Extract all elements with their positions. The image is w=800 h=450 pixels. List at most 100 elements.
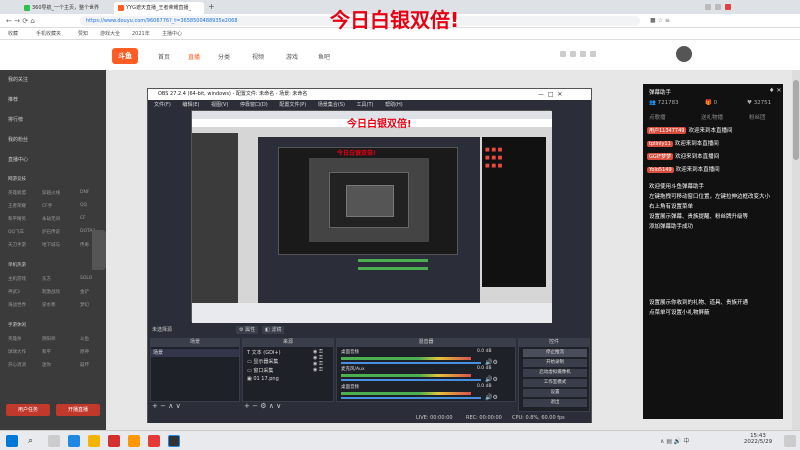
- user-task-button[interactable]: 用户任务: [6, 404, 50, 416]
- category-link[interactable]: 迷你: [42, 362, 51, 368]
- category-link[interactable]: 逆水寒: [42, 302, 56, 308]
- scene-item[interactable]: 场景: [151, 349, 239, 357]
- bookmark-item[interactable]: 游戏大全: [100, 28, 120, 40]
- tab-360[interactable]: 360导航_一个主页，整个世界: [20, 2, 112, 14]
- category-link[interactable]: 梦幻: [80, 302, 89, 308]
- eye-icon[interactable]: ◉ ⚿: [313, 367, 323, 373]
- nav-item[interactable]: 视频: [252, 52, 264, 61]
- category-link[interactable]: 海战世界: [8, 302, 26, 308]
- douyu-app-icon[interactable]: [128, 435, 140, 447]
- app-icon[interactable]: [148, 435, 160, 447]
- category-link[interactable]: 斗鱼: [80, 336, 89, 342]
- category-link[interactable]: 阴阳师: [42, 336, 56, 342]
- sidebar-collapse-handle[interactable]: [92, 230, 106, 270]
- ime-icon[interactable]: 中: [683, 438, 689, 445]
- file-explorer-icon[interactable]: [88, 435, 100, 447]
- category-link[interactable]: 原神: [80, 349, 89, 355]
- start-stream-button[interactable]: 开播直播: [56, 404, 100, 416]
- pin-icon[interactable]: ♦: [769, 87, 774, 94]
- danmaku-tab[interactable]: 点歌播: [649, 113, 666, 121]
- danmaku-tab[interactable]: 送礼物播: [701, 113, 723, 121]
- forward-icon[interactable]: →: [14, 17, 20, 25]
- network-icon[interactable]: ▤: [666, 438, 672, 445]
- speaker-icon[interactable]: 🔊⚙: [485, 359, 498, 366]
- gear-icon[interactable]: ⚙: [260, 402, 266, 410]
- scrollbar-thumb[interactable]: [793, 80, 799, 160]
- obs-icon[interactable]: [168, 435, 180, 447]
- download-icon[interactable]: [589, 50, 596, 57]
- close-icon[interactable]: ✕: [776, 87, 781, 94]
- close-icon[interactable]: ✕: [557, 91, 562, 98]
- page-scrollbar[interactable]: [792, 70, 800, 430]
- virtual-camera-button[interactable]: 启动虚拟摄像机: [523, 369, 587, 377]
- settings-button[interactable]: 设置: [523, 389, 587, 397]
- menu-docks[interactable]: 停靠窗口(D): [240, 102, 268, 108]
- category-link[interactable]: 刺激战场: [42, 289, 60, 295]
- filters-button[interactable]: ◧ 滤镜: [262, 326, 285, 334]
- speaker-icon[interactable]: 🔊⚙: [485, 376, 498, 383]
- properties-button[interactable]: ⚙ 属性: [236, 326, 259, 334]
- up-arrow-icon[interactable]: ∧: [660, 438, 664, 445]
- sidebar-item-following[interactable]: 我的关注: [8, 76, 28, 83]
- up-icon[interactable]: ∧: [168, 402, 173, 410]
- nav-item[interactable]: 鱼吧: [318, 52, 330, 61]
- sidebar-item-recommend[interactable]: 推荐: [8, 96, 18, 103]
- studio-mode-button[interactable]: 工作室模式: [523, 379, 587, 387]
- category-link[interactable]: CF: [80, 216, 86, 221]
- menu-edit[interactable]: 编辑(E): [182, 102, 199, 108]
- maximize-icon[interactable]: [714, 3, 721, 10]
- nav-item[interactable]: 首页: [158, 52, 170, 61]
- obs-preview[interactable]: 今日白银双倍! 今日白银双倍! ■ ■ ■ ■ ■ ■ ■ ■ ■: [191, 110, 552, 323]
- close-icon[interactable]: [724, 3, 731, 10]
- category-link[interactable]: 东方: [42, 276, 51, 282]
- menu-icon[interactable]: ≡: [665, 17, 670, 24]
- category-link[interactable]: 开心消消: [8, 362, 26, 368]
- category-link[interactable]: QQ飞车: [8, 229, 24, 235]
- category-link[interactable]: QQ: [80, 203, 87, 208]
- menu-file[interactable]: 文件(F): [154, 102, 171, 108]
- category-link[interactable]: 传奇: [80, 242, 89, 248]
- category-link[interactable]: 英雄杀: [8, 336, 22, 342]
- nav-item[interactable]: 游戏: [286, 52, 298, 61]
- category-link[interactable]: 和平: [42, 349, 51, 355]
- source-item[interactable]: T 文本 (GDI+): [247, 349, 281, 356]
- category-link[interactable]: 和平精英: [8, 216, 26, 222]
- category-link[interactable]: 崩坏: [80, 362, 89, 368]
- bookmark-item[interactable]: 主播中心: [162, 28, 182, 40]
- category-link[interactable]: DNF: [80, 190, 89, 195]
- search-icon[interactable]: ⌕: [28, 435, 40, 447]
- menu-help[interactable]: 帮助(H): [385, 102, 403, 108]
- sidebar-item-fans[interactable]: 我的粉丝: [8, 136, 28, 143]
- danmaku-tab[interactable]: 粉丝团: [749, 113, 766, 121]
- category-link[interactable]: 英雄联盟: [8, 190, 26, 196]
- refresh-icon[interactable]: ⟳: [22, 17, 28, 25]
- down-icon[interactable]: ∨: [176, 402, 181, 410]
- source-item[interactable]: ▣ 01 17.png: [247, 376, 279, 382]
- start-recording-button[interactable]: 开始录制: [523, 359, 587, 367]
- sidebar-item-ranking[interactable]: 排行榜: [8, 116, 23, 123]
- menu-profile[interactable]: 配置文件(P): [279, 102, 306, 108]
- category-link[interactable]: 穿越火线: [42, 190, 60, 196]
- up-icon[interactable]: ∧: [269, 402, 274, 410]
- volume-slider[interactable]: [341, 362, 481, 364]
- menu-tools[interactable]: 工具(T): [357, 102, 374, 108]
- speaker-icon[interactable]: 🔊⚙: [485, 394, 498, 401]
- avatar[interactable]: [676, 46, 692, 62]
- extension-icon[interactable]: ■: [650, 17, 656, 24]
- minimize-icon[interactable]: —: [538, 91, 544, 98]
- bookmark-item[interactable]: 赞知: [78, 28, 88, 40]
- tab-douyu[interactable]: YYG遮天直播_王者荣耀直播_: [114, 2, 204, 14]
- remove-icon[interactable]: −: [252, 402, 258, 410]
- 360-browser-icon[interactable]: [108, 435, 120, 447]
- windows-start-icon[interactable]: [6, 435, 18, 447]
- volume-slider[interactable]: [341, 397, 481, 399]
- new-tab-button[interactable]: +: [208, 2, 215, 11]
- volume-slider[interactable]: [341, 379, 481, 381]
- clock[interactable]: 15:43 2022/5/29: [736, 433, 780, 445]
- history-icon[interactable]: [560, 50, 566, 57]
- message-icon[interactable]: [579, 50, 586, 57]
- edge-icon[interactable]: [68, 435, 80, 447]
- back-icon[interactable]: ←: [6, 17, 12, 25]
- category-link[interactable]: 主机游戏: [8, 276, 26, 282]
- category-link[interactable]: SOLO: [80, 276, 92, 281]
